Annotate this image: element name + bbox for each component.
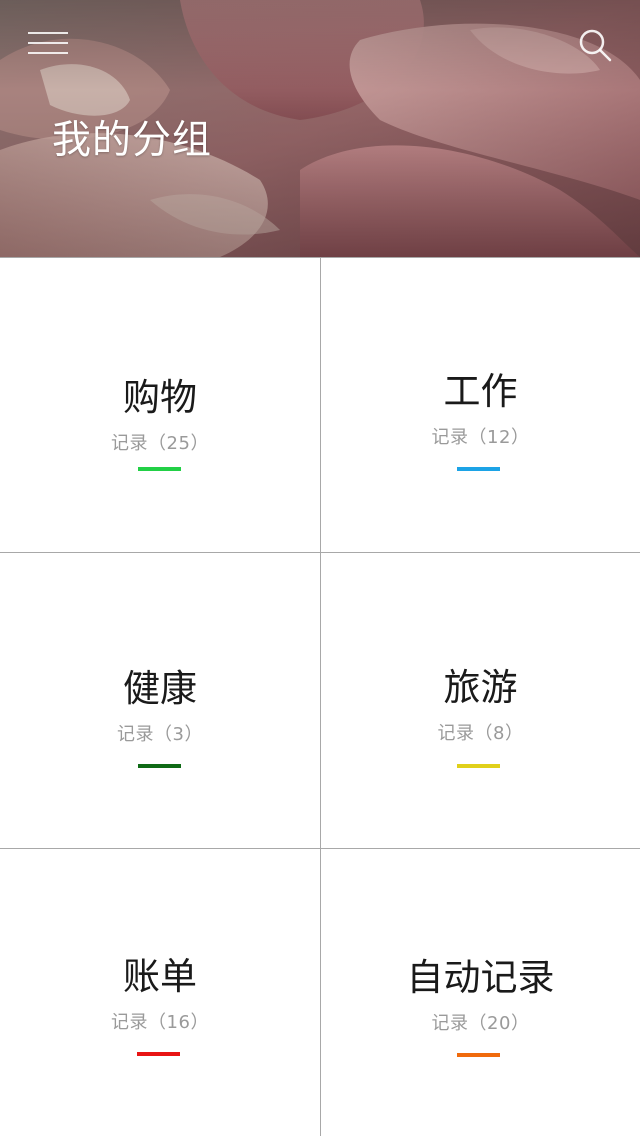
group-record-count: 记录（8） [437,723,524,744]
group-record-count: 记录（16） [111,1012,209,1033]
group-title: 购物 [123,376,197,419]
group-title: 自动记录 [406,956,555,999]
group-card-auto-record[interactable]: 自动记录 记录（20） [320,848,640,1136]
group-record-count: 记录（25） [111,433,209,454]
group-record-count: 记录（20） [431,1013,530,1034]
group-card-bills[interactable]: 账单 记录（16） [0,848,320,1136]
hamburger-line [28,52,68,54]
group-card-shopping[interactable]: 购物 记录（25） [0,258,320,552]
menu-button[interactable] [28,30,68,56]
group-color-bar [137,1052,180,1056]
hamburger-menu-icon [28,32,68,34]
group-card-health[interactable]: 健康 记录（3） [0,552,320,848]
group-record-count: 记录（12） [431,427,530,448]
header-banner: 我的分组 [0,0,640,257]
group-color-bar [457,764,500,768]
group-color-bar [457,467,500,471]
groups-screen: 我的分组 购物 记录（25） 工作 记录（12） 健康 记录（3） 旅游 记录（… [0,0,640,1136]
group-color-bar [138,764,181,768]
group-title: 工作 [443,370,518,413]
search-icon[interactable] [576,26,614,64]
group-color-bar [457,1053,500,1057]
group-color-bar [138,467,181,471]
group-title: 旅游 [443,666,518,709]
group-card-work[interactable]: 工作 记录（12） [320,258,640,552]
hamburger-line [28,42,68,44]
groups-grid: 购物 记录（25） 工作 记录（12） 健康 记录（3） 旅游 记录（8） 账单… [0,257,640,1136]
group-record-count: 记录（3） [117,724,203,745]
group-title: 健康 [123,667,197,710]
group-card-travel[interactable]: 旅游 记录（8） [320,552,640,848]
page-title: 我的分组 [52,118,213,163]
group-title: 账单 [123,955,197,998]
